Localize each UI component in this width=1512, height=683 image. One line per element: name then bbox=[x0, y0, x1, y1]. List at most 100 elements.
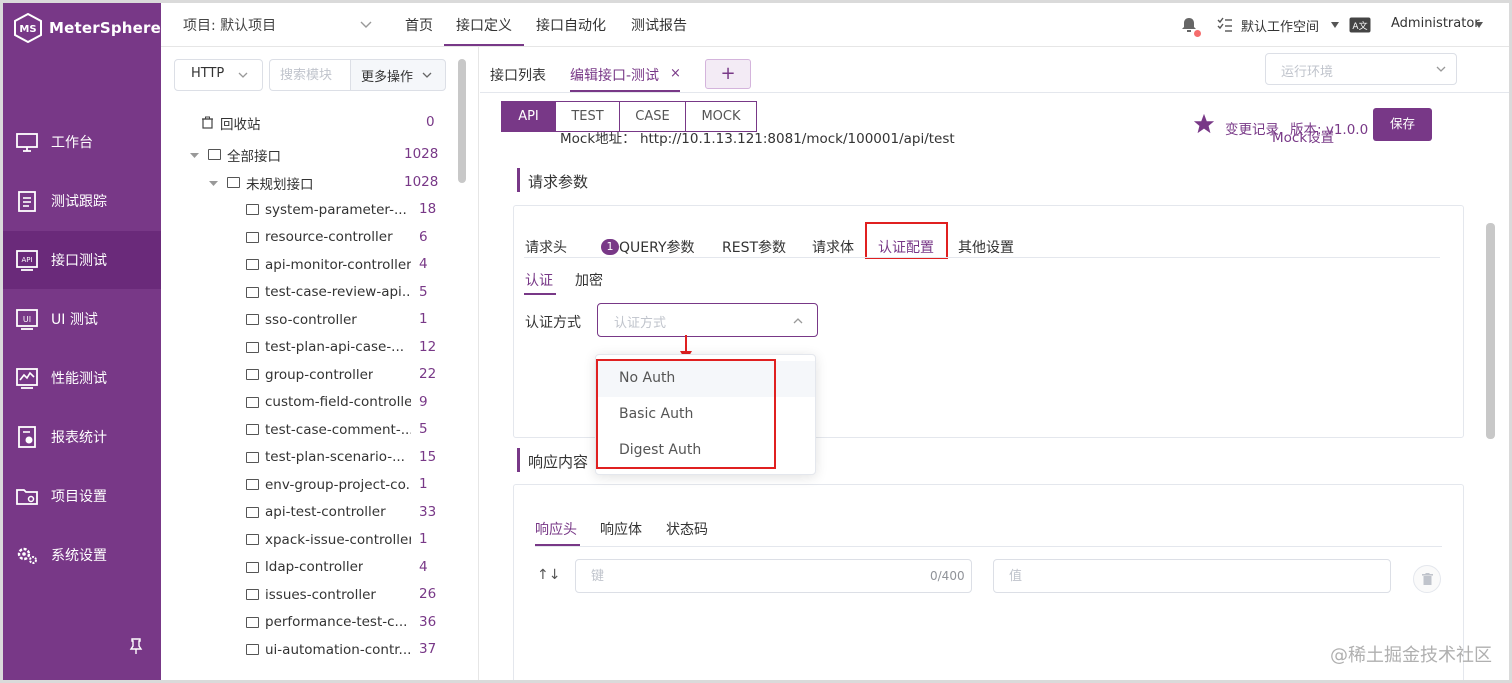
chevron-up-icon[interactable] bbox=[792, 315, 804, 327]
trash-icon bbox=[1422, 573, 1433, 585]
sidebar-item-workbench[interactable]: 工作台 bbox=[3, 113, 161, 171]
folder-icon bbox=[246, 259, 259, 270]
tree-item-label: group-controller bbox=[265, 366, 374, 383]
user-menu[interactable]: Administrator bbox=[1391, 16, 1480, 31]
mock-settings-link[interactable]: Mock设置 bbox=[1272, 126, 1334, 146]
star-icon[interactable] bbox=[1193, 113, 1215, 135]
tab-status-code[interactable]: 状态码 bbox=[666, 519, 708, 539]
tree-item-module[interactable]: custom-field-controller bbox=[246, 389, 411, 416]
protocol-select[interactable]: HTTP bbox=[174, 59, 263, 91]
tree-item-recycle-bin[interactable]: 回收站 bbox=[201, 109, 261, 136]
tree-item-module[interactable]: env-group-project-co... bbox=[246, 471, 411, 498]
sort-icon[interactable]: ↑↓ bbox=[537, 567, 560, 583]
sidebar-item-performance-test[interactable]: 性能测试 bbox=[3, 349, 161, 407]
watermark: @稀土掘金技术社区 bbox=[1330, 645, 1492, 666]
tab-request-body[interactable]: 请求体 bbox=[812, 237, 854, 257]
tree-item-module[interactable]: ldap-controller bbox=[246, 554, 411, 581]
subtab-auth[interactable]: 认证 bbox=[525, 270, 553, 290]
tab-other-settings[interactable]: 其他设置 bbox=[958, 237, 1014, 257]
top-nav-api-definition[interactable]: 接口定义 bbox=[456, 15, 512, 35]
tree-item-module[interactable]: api-test-controller bbox=[246, 499, 411, 526]
sidebar-item-api-test[interactable]: API 接口测试 bbox=[3, 231, 161, 289]
tree-item-unplanned[interactable]: 未规划接口 bbox=[227, 169, 314, 196]
mode-test-button[interactable]: TEST bbox=[555, 101, 620, 132]
auth-method-select[interactable]: 认证方式 bbox=[597, 303, 818, 337]
sidebar-item-system-settings[interactable]: 系统设置 bbox=[3, 526, 161, 584]
chevron-down-icon[interactable] bbox=[359, 17, 373, 31]
environment-select[interactable]: 运行环境 bbox=[1265, 53, 1457, 85]
chevron-down-icon[interactable] bbox=[237, 69, 249, 81]
top-nav-home[interactable]: 首页 bbox=[405, 15, 433, 35]
caret-down-icon[interactable] bbox=[209, 179, 218, 188]
tree-item-module[interactable]: issues-controller bbox=[246, 581, 411, 608]
sidebar-item-test-tracking[interactable]: 测试跟踪 bbox=[3, 172, 161, 230]
tree-item-module[interactable]: test-case-review-api... bbox=[246, 279, 411, 306]
tab-query-params[interactable]: QUERY参数 bbox=[619, 237, 695, 257]
tree-item-module[interactable]: test-plan-scenario-... bbox=[246, 444, 411, 471]
tree-item-module[interactable]: system-parameter-... bbox=[246, 196, 411, 223]
tree-item-module[interactable]: api-monitor-controller bbox=[246, 251, 411, 278]
tree-item-count: 37 bbox=[419, 641, 437, 657]
project-select[interactable]: 项目: 默认项目 bbox=[183, 15, 276, 35]
tab-edit-api[interactable]: 编辑接口-测试 bbox=[570, 65, 659, 85]
sidebar-item-report[interactable]: 报表统计 bbox=[3, 408, 161, 466]
add-tab-button[interactable]: + bbox=[705, 59, 751, 89]
tree-item-module[interactable]: test-case-comment-... bbox=[246, 416, 411, 443]
tab-response-body[interactable]: 响应体 bbox=[600, 519, 642, 539]
tree-item-module[interactable]: ui-automation-contr... bbox=[246, 636, 411, 663]
sidebar-item-ui-test[interactable]: UI UI 测试 bbox=[3, 290, 161, 348]
tree-item-module[interactable]: group-controller bbox=[246, 361, 411, 388]
header-key-input[interactable] bbox=[575, 559, 972, 593]
top-nav-test-report[interactable]: 测试报告 bbox=[631, 15, 687, 35]
tree-item-all-apis[interactable]: 全部接口 bbox=[208, 141, 281, 168]
folder-icon bbox=[208, 149, 221, 160]
key-char-counter: 0/400 bbox=[930, 569, 965, 583]
tabs-divider bbox=[535, 546, 1442, 547]
tree-item-count: 4 bbox=[419, 558, 428, 575]
caret-down-icon[interactable] bbox=[1331, 21, 1339, 29]
tree-item-module[interactable]: xpack-issue-controller bbox=[246, 526, 411, 553]
tab-api-list[interactable]: 接口列表 bbox=[490, 65, 546, 85]
tree-item-label: performance-test-c... bbox=[265, 614, 408, 630]
sidebar-item-label: 性能测试 bbox=[51, 371, 107, 387]
header-value-input[interactable] bbox=[993, 559, 1391, 593]
mode-api-button[interactable]: API bbox=[501, 101, 556, 132]
tab-rest-params[interactable]: REST参数 bbox=[722, 237, 786, 257]
sidebar-item-label: 接口测试 bbox=[51, 253, 107, 269]
folder-icon bbox=[246, 616, 259, 628]
top-nav-api-automation[interactable]: 接口自动化 bbox=[536, 15, 606, 35]
chevron-down-icon[interactable] bbox=[1435, 63, 1447, 75]
mode-mock-button[interactable]: MOCK bbox=[685, 101, 757, 132]
caret-down-icon[interactable] bbox=[190, 151, 199, 160]
tree-item-module[interactable]: sso-controller bbox=[246, 306, 411, 333]
tab-request-headers[interactable]: 请求头 bbox=[525, 237, 567, 257]
top-nav-active-indicator bbox=[444, 44, 524, 46]
module-panel-scrollbar[interactable] bbox=[458, 59, 466, 183]
module-search-input[interactable] bbox=[269, 59, 351, 91]
workspace-select[interactable]: 默认工作空间 bbox=[1241, 16, 1319, 35]
gears-icon bbox=[17, 547, 37, 564]
subtab-encrypt[interactable]: 加密 bbox=[575, 270, 603, 290]
tree-item-module[interactable]: performance-test-c... bbox=[246, 609, 411, 636]
save-button[interactable]: 保存 bbox=[1373, 108, 1432, 141]
monitor-icon bbox=[16, 133, 38, 152]
tree-item-module[interactable]: test-plan-api-case-... bbox=[246, 334, 411, 361]
folder-icon bbox=[246, 369, 259, 380]
svg-text:API: API bbox=[21, 256, 32, 264]
main-scrollbar[interactable] bbox=[1486, 223, 1495, 439]
language-icon[interactable]: A文 bbox=[1349, 17, 1371, 33]
tree-item-module[interactable]: resource-controller bbox=[246, 224, 411, 251]
tree-item-label: 全部接口 bbox=[227, 148, 281, 165]
caret-down-icon[interactable] bbox=[1475, 21, 1483, 29]
pin-icon[interactable] bbox=[127, 637, 145, 655]
mode-case-button[interactable]: CASE bbox=[619, 101, 686, 132]
delete-row-button[interactable] bbox=[1413, 565, 1441, 593]
tree-item-label: system-parameter-... bbox=[265, 201, 407, 218]
sidebar-item-project-settings[interactable]: 项目设置 bbox=[3, 467, 161, 525]
chevron-down-icon[interactable] bbox=[421, 69, 433, 81]
close-icon[interactable]: × bbox=[670, 66, 681, 81]
tab-response-headers[interactable]: 响应头 bbox=[535, 519, 577, 539]
change-history-link[interactable]: 变更记录 bbox=[1225, 118, 1279, 138]
app-logo[interactable]: MS MeterSphere bbox=[13, 13, 161, 43]
notification-dot bbox=[1194, 30, 1201, 37]
